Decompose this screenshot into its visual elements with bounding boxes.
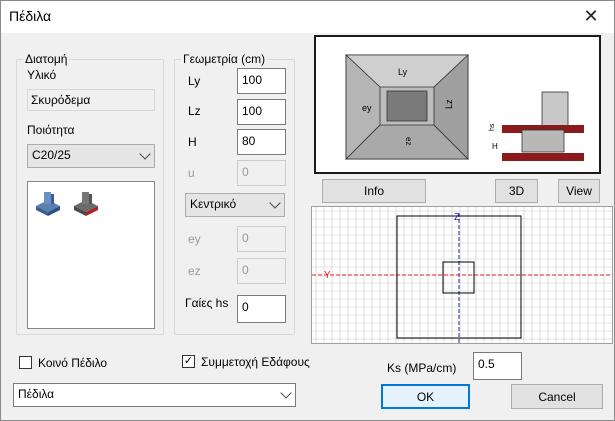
- view-3d-button-label: 3D: [508, 184, 525, 198]
- quality-select[interactable]: C20/25: [27, 144, 155, 168]
- title-bar: Πέδιλα ✕: [1, 1, 614, 33]
- close-icon: ✕: [583, 6, 599, 26]
- chevron-down-icon: [139, 148, 151, 160]
- footing-type-list[interactable]: [27, 181, 155, 329]
- check-icon: ✓: [183, 355, 194, 367]
- ly-label: Ly: [188, 74, 201, 88]
- common-footing-checkbox[interactable]: [19, 356, 32, 369]
- quality-label: Ποιότητα: [27, 123, 75, 137]
- hs-input[interactable]: 0: [237, 295, 286, 323]
- lz-input[interactable]: 100: [237, 99, 286, 125]
- ey-input: 0: [237, 226, 286, 252]
- footing-type-red-icon[interactable]: [72, 186, 100, 218]
- ly-input[interactable]: 100: [237, 68, 286, 94]
- material-field: Σκυρόδεμα: [27, 89, 155, 111]
- footing-list-value: Πέδιλα: [18, 387, 55, 401]
- view-button[interactable]: View: [558, 179, 600, 203]
- material-value: Σκυρόδεμα: [31, 93, 91, 107]
- hs-label: Γαίες hs: [185, 296, 229, 310]
- chevron-down-icon: [280, 387, 292, 399]
- preview-ey-text: ey: [362, 103, 372, 113]
- ly-value: 100: [242, 73, 263, 87]
- ks-label: Ks (MPa/cm): [387, 361, 457, 375]
- preview-ly-text: Ly: [398, 67, 408, 77]
- z-axis-label: Z: [454, 212, 460, 223]
- ez-label: ez: [188, 264, 201, 278]
- info-button-label: Info: [363, 184, 384, 198]
- footing-preview: Ly ey Lz ez H hs: [314, 35, 601, 174]
- view-button-label: View: [566, 184, 592, 198]
- lz-label: Lz: [188, 104, 201, 118]
- common-footing-label: Κοινό Πέδιλο: [38, 356, 108, 370]
- close-button[interactable]: ✕: [572, 2, 610, 31]
- geometry-legend: Γεωμετρία (cm): [181, 52, 268, 66]
- u-value: 0: [242, 165, 249, 179]
- ks-input[interactable]: 0.5: [473, 352, 522, 380]
- footing-list-select[interactable]: Πέδιλα: [13, 383, 296, 407]
- preview-lz-text: Lz: [444, 99, 454, 109]
- position-select[interactable]: Κεντρικό: [185, 193, 285, 217]
- dialog-window: Πέδιλα ✕ Διατομή Υλικό Σκυρόδεμα Ποιότητ…: [0, 0, 615, 421]
- cancel-button[interactable]: Cancel: [511, 384, 603, 409]
- view-3d-button[interactable]: 3D: [495, 179, 538, 203]
- u-label: u: [188, 166, 195, 180]
- footing-type-blue-icon[interactable]: [34, 186, 62, 218]
- preview-ez-text: ez: [404, 137, 413, 145]
- hs-value: 0: [242, 300, 249, 314]
- section-legend: Διατομή: [23, 52, 70, 66]
- plan-grid-drawing: Z Y: [312, 207, 612, 343]
- ey-value: 0: [242, 231, 249, 245]
- ok-button[interactable]: OK: [381, 384, 470, 409]
- h-label: H: [188, 135, 197, 149]
- ez-value: 0: [242, 263, 249, 277]
- position-value: Κεντρικό: [190, 197, 237, 211]
- preview-h-text: H: [492, 142, 498, 151]
- lz-value: 100: [242, 104, 263, 118]
- ez-input: 0: [237, 258, 286, 284]
- chevron-down-icon: [269, 197, 281, 209]
- window-title: Πέδιλα: [9, 8, 52, 24]
- cancel-button-label: Cancel: [538, 389, 576, 404]
- y-axis-label: Y: [324, 270, 331, 281]
- u-input: 0: [237, 160, 286, 186]
- info-button[interactable]: Info: [322, 179, 426, 203]
- footing-preview-drawing: Ly ey Lz ez H hs: [344, 54, 584, 161]
- material-label: Υλικό: [27, 68, 57, 82]
- plan-grid-view[interactable]: Z Y: [311, 206, 613, 344]
- ks-value: 0.5: [478, 357, 495, 371]
- preview-hs-text: hs: [489, 123, 496, 131]
- h-input[interactable]: 80: [237, 129, 286, 155]
- soil-participation-checkbox[interactable]: ✓: [182, 355, 195, 368]
- ok-button-label: OK: [416, 389, 435, 404]
- h-value: 80: [242, 134, 256, 148]
- soil-participation-label: Συμμετοχή Εδάφους: [201, 355, 310, 369]
- ey-label: ey: [188, 232, 201, 246]
- quality-value: C20/25: [32, 148, 71, 162]
